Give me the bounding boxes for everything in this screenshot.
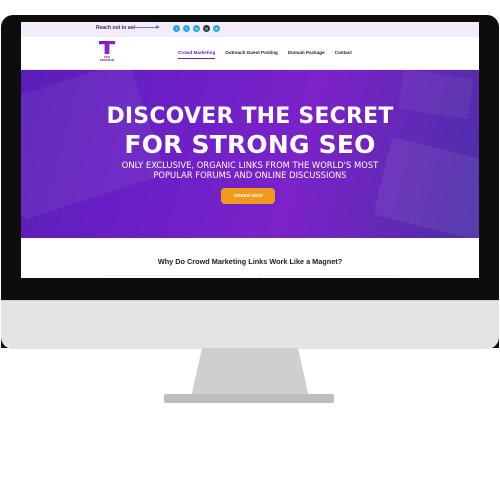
website-screen: Reach out to us! t f in ◎ ➤ SEO PREMIUM …	[21, 22, 479, 278]
logo-mark-icon	[99, 41, 115, 54]
social-links: t f in ◎ ➤	[173, 25, 220, 32]
top-bar: Reach out to us! t f in ◎ ➤	[21, 22, 479, 37]
hero-headline-line1: DISCOVER THE SECRET	[106, 104, 394, 129]
hero-headline-line2: FOR STRONG SEO	[124, 130, 376, 159]
nav-item-outreach-guest-posting[interactable]: Outreach Guest Posting	[225, 50, 278, 59]
monitor-chin	[1, 300, 499, 349]
feature-card	[259, 275, 401, 278]
twitter-icon[interactable]: t	[173, 25, 180, 32]
main-navigation: SEO PREMIUM Crowd Marketing Outreach Gue…	[21, 37, 479, 70]
arrow-icon	[129, 25, 160, 29]
nav-item-contact[interactable]: Contact	[335, 50, 352, 59]
facebook-icon[interactable]: f	[183, 25, 190, 32]
reach-out-label: Reach out to us!	[96, 25, 136, 31]
hero-subheadline-line2: POPULAR FORUMS AND ONLINE DISCUSSIONS	[153, 170, 347, 180]
feature-card	[101, 275, 243, 278]
nav-item-crowd-marketing[interactable]: Crowd Marketing	[178, 50, 216, 59]
section-title: Why Do Crowd Marketing Links Work Like a…	[157, 257, 343, 266]
telegram-icon[interactable]: ➤	[213, 25, 220, 32]
nav-item-domain-package[interactable]: Domain Package	[288, 50, 325, 59]
logo-text: SEO PREMIUM	[99, 55, 115, 62]
hero-banner: DISCOVER THE SECRET FOR STRONG SEO ONLY …	[21, 70, 479, 238]
hero-subheadline-line1: ONLY EXCLUSIVE, ORGANIC LINKS FROM THE W…	[121, 160, 379, 170]
instagram-icon[interactable]: ◎	[203, 25, 210, 32]
linkedin-icon[interactable]: in	[193, 25, 200, 32]
site-logo[interactable]: SEO PREMIUM	[97, 41, 117, 65]
nav-menu: Crowd Marketing Outreach Guest Posting D…	[178, 50, 352, 59]
order-now-button[interactable]: ORDER NOW	[221, 188, 275, 204]
monitor-base	[164, 394, 334, 403]
